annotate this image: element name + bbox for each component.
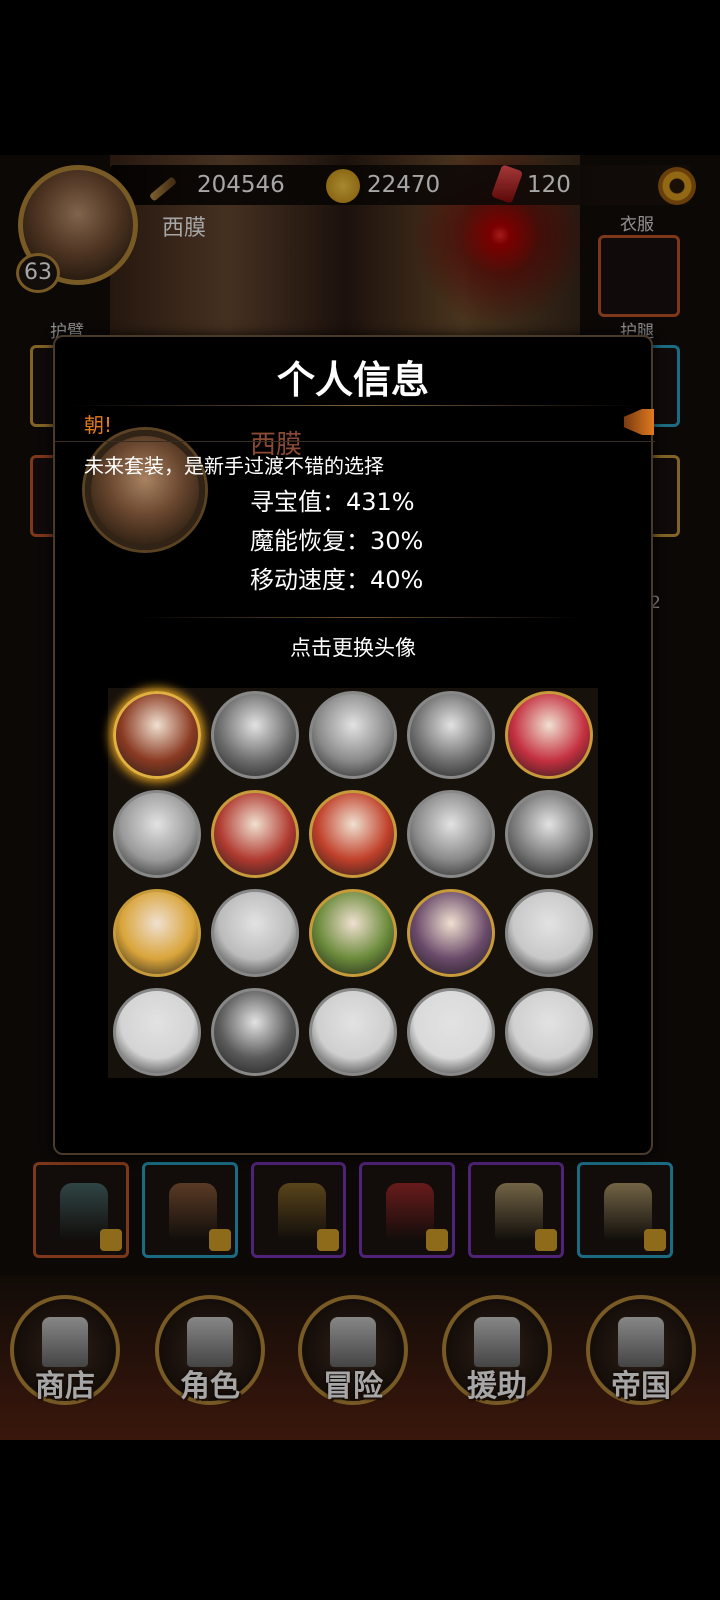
section-divider [140,617,580,618]
avatar-grid [108,688,598,1078]
dark-hair-girl-portrait-icon[interactable] [407,889,495,977]
male-hero-portrait-icon[interactable] [113,691,201,779]
girl-portrait-icon[interactable] [309,988,397,1076]
change-avatar-hint: 点击更换头像 [290,636,416,660]
hat-girl-portrait-icon[interactable] [113,988,201,1076]
mana-recovery-stat: 魔能恢复：30% [250,527,424,555]
move-speed-stat: 移动速度：40% [250,566,424,594]
girl-portrait-icon[interactable] [505,988,593,1076]
white-hair-girl-portrait-icon[interactable] [113,790,201,878]
hooded-girl-portrait-icon[interactable] [505,790,593,878]
blonde-girl-portrait-icon[interactable] [113,889,201,977]
hat-girl-portrait-icon[interactable] [211,889,299,977]
girl-portrait-icon[interactable] [407,691,495,779]
white-hair-girl-portrait-icon[interactable] [505,889,593,977]
announcement-marquee: 朝! 未来套装，是新手过渡不错的选择 [0,405,656,485]
red-hair-girl-portrait-icon[interactable] [505,691,593,779]
dialog-title: 个人信息 [276,357,429,402]
girl-portrait-icon[interactable] [211,691,299,779]
horn-icon [624,409,654,435]
green-hood-girl-portrait-icon[interactable] [309,889,397,977]
marquee-text: 未来套装，是新手过渡不错的选择 [84,454,384,478]
marquee-divider [55,441,655,442]
girl-portrait-icon[interactable] [407,988,495,1076]
maid-portrait-icon[interactable] [309,691,397,779]
treasure-stat: 寻宝值：431% [250,488,415,516]
red-hair-girl-portrait-icon[interactable] [211,790,299,878]
girl-portrait-icon[interactable] [407,790,495,878]
marquee-label: 朝! [84,413,113,437]
maid-portrait-icon[interactable] [309,790,397,878]
hat-man-portrait-icon[interactable] [211,988,299,1076]
